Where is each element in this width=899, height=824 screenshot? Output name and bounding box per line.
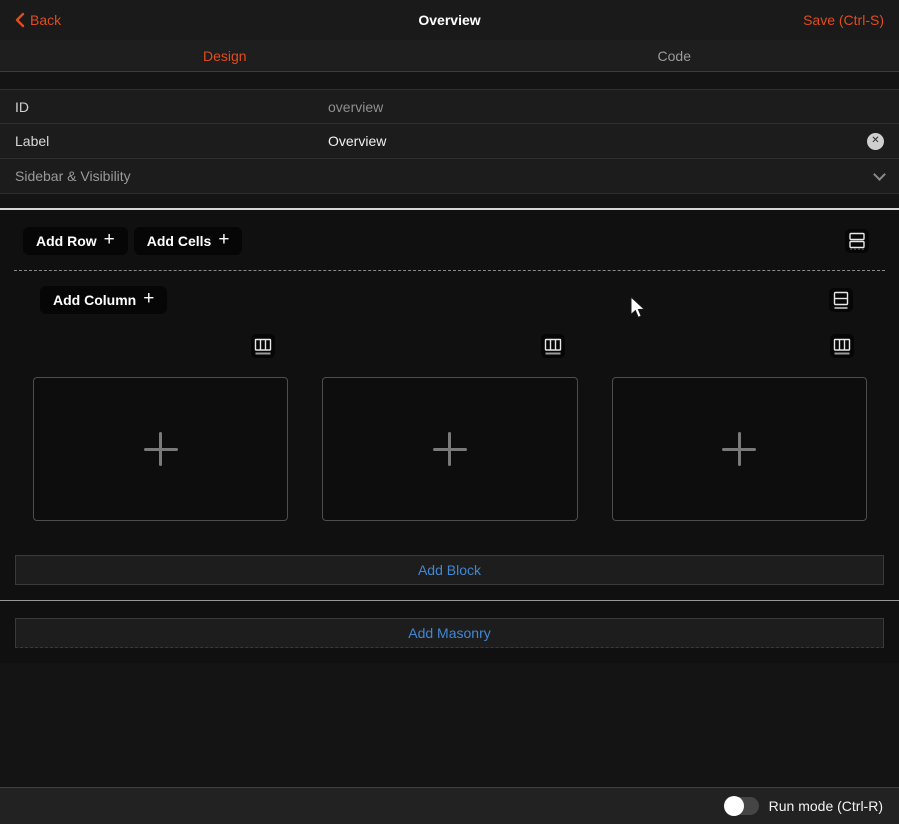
cell-placeholder-2[interactable] bbox=[322, 377, 577, 521]
columns-icon-button[interactable] bbox=[541, 334, 565, 358]
row-toolbar: Add Row + Add Cells + bbox=[0, 210, 899, 255]
id-label: ID bbox=[15, 99, 328, 115]
row-container: Add Column + bbox=[14, 270, 885, 585]
add-row-button[interactable]: Add Row + bbox=[23, 227, 128, 255]
column-icons-row bbox=[14, 334, 885, 358]
row-split-icon-button[interactable] bbox=[829, 288, 853, 312]
plus-icon bbox=[722, 432, 756, 466]
cell-placeholder-3[interactable] bbox=[612, 377, 867, 521]
add-column-button[interactable]: Add Column + bbox=[40, 286, 167, 314]
top-bar: Back Overview Save (Ctrl-S) bbox=[0, 0, 899, 40]
plus-icon bbox=[144, 432, 178, 466]
cell-placeholder-1[interactable] bbox=[33, 377, 288, 521]
label-input[interactable]: Overview bbox=[328, 133, 867, 149]
add-cells-button[interactable]: Add Cells + bbox=[134, 227, 243, 255]
add-cells-label: Add Cells bbox=[147, 233, 212, 249]
page-editor: Back Overview Save (Ctrl-S) Design Code … bbox=[0, 0, 899, 824]
add-block-button[interactable]: Add Block bbox=[15, 555, 884, 585]
layout-editor: Add Row + Add Cells + Ad bbox=[0, 210, 899, 663]
tab-bar: Design Code bbox=[0, 40, 899, 72]
toggle-knob bbox=[724, 796, 744, 816]
row-divider bbox=[0, 600, 899, 601]
tab-design[interactable]: Design bbox=[0, 40, 450, 71]
plus-icon bbox=[433, 432, 467, 466]
page-properties-form: ID overview Label Overview ✕ Sidebar & V… bbox=[0, 72, 899, 194]
form-row-label: Label Overview ✕ bbox=[0, 124, 899, 159]
rows-layout-icon-button[interactable] bbox=[845, 229, 869, 253]
columns-icon bbox=[254, 337, 272, 355]
label-label: Label bbox=[15, 133, 328, 149]
sidebar-visibility-label: Sidebar & Visibility bbox=[15, 168, 131, 184]
column-icon-cell bbox=[612, 334, 867, 358]
add-row-label: Add Row bbox=[36, 233, 97, 249]
add-column-label: Add Column bbox=[53, 292, 136, 308]
clear-icon[interactable]: ✕ bbox=[867, 133, 884, 150]
columns-icon-button[interactable] bbox=[251, 334, 275, 358]
column-icon-cell bbox=[322, 334, 577, 358]
footer-bar: Run mode (Ctrl-R) bbox=[0, 787, 899, 824]
column-toolbar: Add Column + bbox=[14, 271, 885, 314]
columns-icon-button[interactable] bbox=[830, 334, 854, 358]
run-mode-toggle[interactable] bbox=[725, 797, 759, 815]
run-mode-label: Run mode (Ctrl-R) bbox=[769, 798, 883, 814]
row-split-icon bbox=[832, 291, 850, 309]
page-title: Overview bbox=[418, 12, 480, 28]
back-button[interactable]: Back bbox=[15, 12, 61, 28]
chevron-left-icon bbox=[15, 12, 25, 28]
tab-code[interactable]: Code bbox=[450, 40, 899, 71]
columns-icon bbox=[544, 337, 562, 355]
add-masonry-button[interactable]: Add Masonry bbox=[15, 618, 884, 648]
back-label: Back bbox=[30, 12, 61, 28]
form-row-id: ID overview bbox=[0, 89, 899, 124]
cell-placeholders bbox=[14, 377, 885, 521]
columns-icon bbox=[833, 337, 851, 355]
chevron-down-icon bbox=[873, 168, 886, 181]
rows-icon bbox=[848, 232, 866, 250]
column-icon-cell bbox=[33, 334, 288, 358]
sidebar-visibility-section[interactable]: Sidebar & Visibility bbox=[0, 159, 899, 194]
id-value: overview bbox=[328, 99, 884, 115]
save-button[interactable]: Save (Ctrl-S) bbox=[803, 12, 884, 28]
